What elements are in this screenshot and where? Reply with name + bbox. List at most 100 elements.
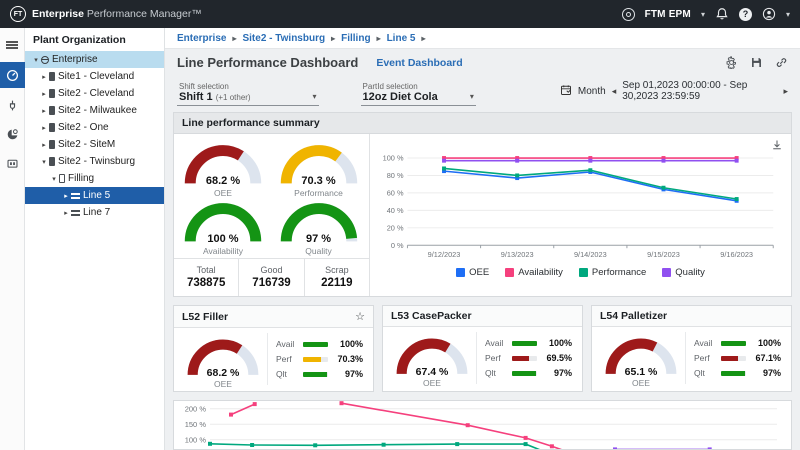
tree-title: Plant Organization (25, 28, 164, 51)
kpi-avail: Avail100% (694, 338, 781, 348)
menu-hamburger-icon[interactable] (0, 33, 25, 57)
line-performance-trend-chart[interactable]: 0 %20 %40 %60 %80 %100 %9/12/20239/13/20… (374, 137, 787, 265)
notifications-bell-icon[interactable] (715, 7, 729, 21)
tree-node-label: Site2 - SiteM (58, 139, 115, 150)
tree-node-site2-milwaukee[interactable]: Site2 - Milwaukee (25, 102, 164, 119)
tree-node-site2-twinsburg[interactable]: Site2 - Twinsburg (25, 153, 164, 170)
kpi-perf: Perf70.3% (276, 354, 363, 364)
kpi-track (303, 372, 328, 377)
summary-gauges-section: 68.2 % OEE 70.3 % Performance 100 % (174, 134, 370, 296)
gauge-oee: 68.2 % OEE (180, 333, 266, 385)
expander-icon[interactable] (39, 107, 49, 115)
expander-icon[interactable] (39, 124, 49, 132)
tree-node-site2-sitem[interactable]: Site2 - SiteM (25, 136, 164, 153)
analytics-pie-icon[interactable] (0, 122, 25, 146)
calendar-icon[interactable] (560, 84, 572, 99)
card-l52-filler: L52 Filler ☆ 68.2 % OEE Avail100% (173, 305, 374, 392)
next-period-button[interactable]: ▸ (783, 86, 788, 97)
expander-icon[interactable] (39, 141, 49, 149)
expander-icon[interactable] (39, 73, 49, 81)
shift-selection-dropdown[interactable]: Shift selection Shift 1 (+1 other) ▾ (177, 82, 319, 106)
gauge-value: 65.1 % (598, 366, 684, 378)
copy-link-icon[interactable] (775, 56, 788, 69)
kpi-value: 69.5% (542, 353, 572, 363)
tree-node-enterprise[interactable]: Enterprise (25, 51, 164, 68)
period-mode-label[interactable]: Month (578, 86, 606, 97)
user-chevron-down-icon[interactable]: ▾ (786, 10, 790, 19)
expander-icon[interactable] (31, 56, 41, 64)
event-dashboard-link[interactable]: Event Dashboard (376, 57, 462, 69)
partid-selection-value: 12oz Diet Cola (363, 91, 474, 103)
kpi-track (303, 342, 328, 347)
expander-icon[interactable] (61, 209, 71, 217)
expander-icon[interactable] (39, 90, 49, 98)
environment-label[interactable]: FTM EPM (645, 9, 691, 20)
trend-chart-section: 0 %20 %40 %60 %80 %100 %9/12/20239/13/20… (370, 134, 791, 296)
tree-node-label: Enterprise (52, 54, 98, 65)
settings-gear-icon[interactable] (725, 56, 738, 69)
env-chevron-down-icon[interactable]: ▾ (701, 10, 705, 19)
gauge-quality: 97 % Quality (272, 196, 366, 254)
kpi-qlt: Qlt97% (276, 369, 363, 379)
previous-period-button[interactable]: ◂ (612, 86, 617, 97)
svg-text:60 %: 60 % (387, 188, 404, 197)
gauge-oee: 68.2 % OEE (176, 138, 270, 196)
card-header: L53 CasePacker (383, 306, 582, 327)
legend-item-performance[interactable]: Performance (579, 267, 646, 278)
tree-node-site2-cleveland[interactable]: Site2 - Cleveland (25, 85, 164, 102)
period-selector: Month ◂ Sep 01,2023 00:00:00 - Sep 30,20… (560, 80, 788, 106)
tree-node-site2-one[interactable]: Site2 - One (25, 119, 164, 136)
plant-organization-panel: Plant Organization Enterprise Site1 - Cl… (25, 28, 165, 450)
kpi-label: Avail (485, 338, 507, 348)
kpi-avail: Avail100% (276, 339, 363, 349)
download-chart-icon[interactable] (771, 138, 783, 156)
brand-rest: Performance Manager™ (84, 8, 202, 20)
line-performance-summary-panel: Line performance summary 68.2 % OEE 70.3 (173, 112, 792, 297)
tree-node-label: Filling (68, 173, 94, 184)
card-gauge-section: 68.2 % OEE (180, 333, 268, 385)
card-title: L52 Filler (182, 311, 228, 323)
kpi-track (721, 371, 746, 376)
legend-item-oee[interactable]: OEE (456, 267, 489, 278)
breadcrumb-site[interactable]: Site2 - Twinsburg (242, 33, 341, 44)
kpi-value: 100% (751, 338, 781, 348)
tree-node-site1-cleveland[interactable]: Site1 - Cleveland (25, 68, 164, 85)
favorite-star-icon[interactable]: ☆ (355, 310, 365, 323)
svg-text:100 %: 100 % (185, 435, 207, 444)
tree-node-line7[interactable]: Line 7 (25, 204, 164, 221)
user-account-icon[interactable] (762, 7, 776, 21)
breadcrumb-enterprise[interactable]: Enterprise (177, 33, 242, 44)
gauge-value: 67.4 % (389, 366, 475, 378)
gauge-value: 100 % (176, 233, 270, 245)
title-bar: Line Performance Dashboard Event Dashboa… (165, 49, 800, 76)
connector-icon[interactable] (0, 93, 25, 117)
expander-icon[interactable] (39, 158, 49, 166)
site-icon (49, 157, 55, 166)
kpi-avail: Avail100% (485, 338, 572, 348)
production-totals: Total 738875 Good 716739 Scrap 22119 (174, 258, 369, 296)
dashboard-gauge-icon[interactable] (0, 62, 25, 88)
svg-text:0 %: 0 % (391, 241, 404, 250)
tree-node-filling[interactable]: Filling (25, 170, 164, 187)
tree-node-line5[interactable]: Line 5 (25, 187, 164, 204)
breadcrumb-line5[interactable]: Line 5 (387, 33, 432, 44)
total-count: Total 738875 (174, 259, 238, 296)
breadcrumb-filling[interactable]: Filling (341, 33, 386, 44)
partid-selection-dropdown[interactable]: PartId selection 12oz Diet Cola ▾ (361, 82, 476, 106)
svg-text:100 %: 100 % (383, 154, 404, 163)
kpi-perf: Perf69.5% (485, 353, 572, 363)
card-header: L54 Palletizer (592, 306, 791, 327)
legend-item-quality[interactable]: Quality (662, 267, 705, 278)
line-icon (71, 192, 80, 199)
equipment-cards: L52 Filler ☆ 68.2 % OEE Avail100% (173, 305, 792, 392)
site-icon (49, 123, 55, 132)
legend-item-availability[interactable]: Availability (505, 267, 563, 278)
page-title: Line Performance Dashboard (177, 55, 358, 70)
app-grid-icon[interactable] (0, 151, 25, 175)
tree-node-label: Site2 - Twinsburg (58, 156, 135, 167)
help-icon[interactable]: ? (739, 8, 752, 21)
save-icon[interactable] (750, 56, 763, 69)
expander-icon[interactable] (49, 175, 59, 183)
expander-icon[interactable] (61, 192, 71, 200)
bottom-trend-chart[interactable]: 200 %150 %100 %50 % (174, 401, 791, 450)
